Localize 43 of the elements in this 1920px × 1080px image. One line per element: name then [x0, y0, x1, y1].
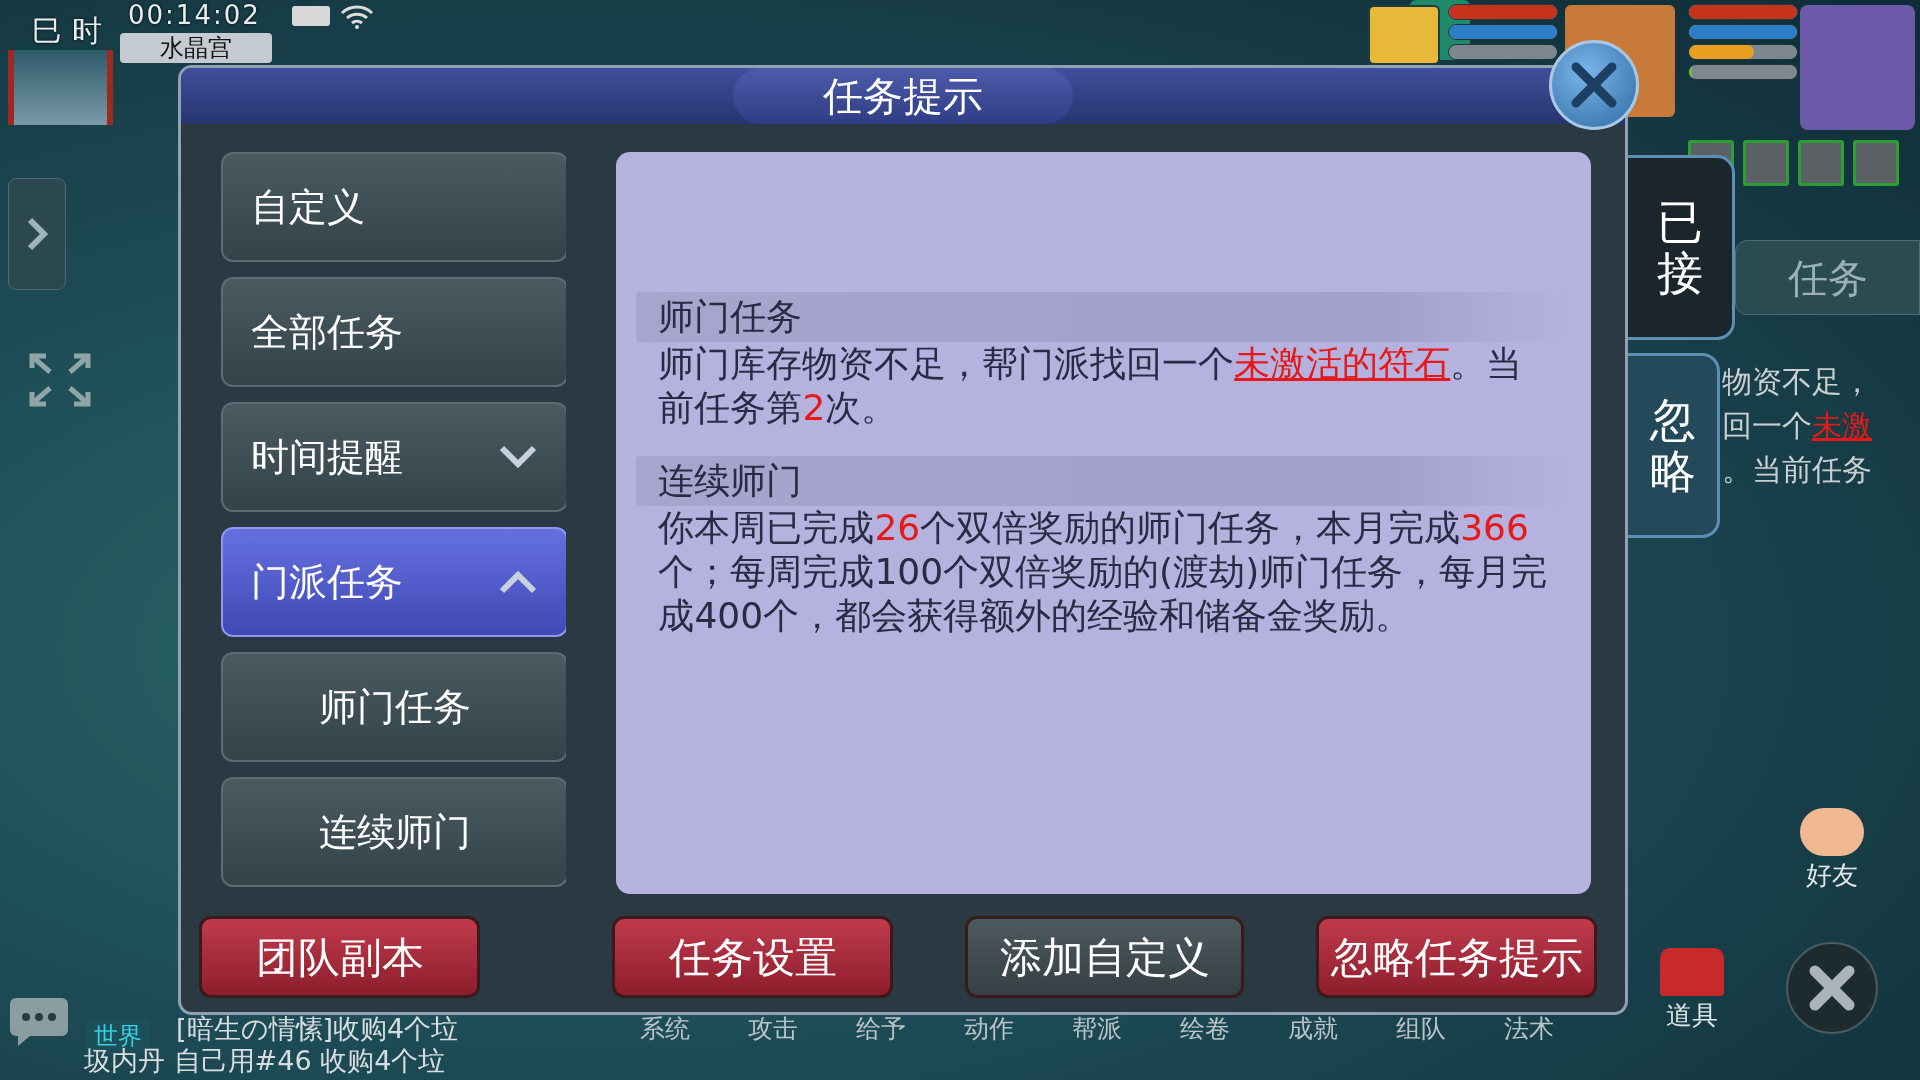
buff-icon — [1853, 140, 1899, 186]
task-description: 你本周已完成26个双倍奖励的师门任务，本月完成366 个；每周完成100个双倍奖励的(渡劫)师门任务，每月完成400个，都会获得额外的经验和储备金奖励。 — [657, 506, 1549, 638]
bottom-menu-item[interactable]: 攻击 — [748, 1010, 798, 1048]
task-description: 师门库存物资不足，帮门派找回一个未激活的符石。当前任务第2次。 — [657, 342, 1524, 430]
bottom-menu-item[interactable]: 帮派 — [1072, 1010, 1122, 1048]
expand-arrow-button[interactable] — [8, 178, 66, 290]
dialog-button[interactable]: 任务设置 — [612, 916, 893, 998]
bottom-menu-item[interactable]: 法术 — [1504, 1010, 1554, 1048]
submenu-item[interactable]: 师门任务 — [221, 652, 567, 762]
dialog-title: 任务提示 — [733, 68, 1073, 124]
time-period: 巳 时 — [32, 12, 102, 50]
buff-icon — [1743, 140, 1789, 186]
bottom-menu-item[interactable]: 动作 — [964, 1010, 1014, 1048]
menu-item[interactable]: 全部任务 — [221, 277, 567, 387]
side-tab[interactable]: 已接 — [1628, 155, 1735, 340]
task-tracker-text: 。当前任务 — [1722, 451, 1872, 489]
buff-icon — [1798, 140, 1844, 186]
close-icon — [1807, 963, 1857, 1013]
submenu-item[interactable]: 连续师门 — [221, 777, 567, 887]
quick-button[interactable]: 道具 — [1660, 948, 1724, 1035]
bottom-menu-item[interactable]: 成就 — [1288, 1010, 1338, 1048]
bottom-menu-item[interactable]: 组队 — [1396, 1010, 1446, 1048]
bottom-menu-item[interactable]: 系统 — [640, 1010, 690, 1048]
bottom-menu-item[interactable]: 给予 — [856, 1010, 906, 1048]
task-tab[interactable]: 任务 — [1735, 240, 1920, 315]
bottom-menu-item[interactable]: 绘卷 — [1180, 1010, 1230, 1048]
fullscreen-icon[interactable] — [28, 352, 92, 408]
battery-icon — [292, 6, 330, 26]
chat-bubble-icon — [8, 996, 70, 1048]
menu-item[interactable]: 门派任务 — [221, 527, 567, 637]
menu-item[interactable]: 自定义 — [221, 152, 567, 262]
wifi-icon — [340, 4, 374, 29]
dialog-button[interactable]: 团队副本 — [199, 916, 480, 998]
side-tab[interactable]: 忽略 — [1628, 353, 1720, 538]
chat-message: [暗生の情愫]收购4个垃 — [176, 1014, 459, 1044]
clock-time: 00:14:02 — [128, 0, 261, 30]
task-tracker-text: 回一个未激 — [1722, 407, 1872, 445]
dialog-button[interactable]: 忽略任务提示 — [1316, 916, 1597, 998]
dialog-button[interactable]: 添加自定义 — [965, 916, 1244, 998]
task-tracker-text: 物资不足， — [1722, 363, 1872, 401]
menu-item[interactable]: 时间提醒 — [221, 402, 567, 512]
location-name: 水晶宫 — [120, 33, 272, 63]
quick-button[interactable]: 好友 — [1800, 808, 1864, 895]
